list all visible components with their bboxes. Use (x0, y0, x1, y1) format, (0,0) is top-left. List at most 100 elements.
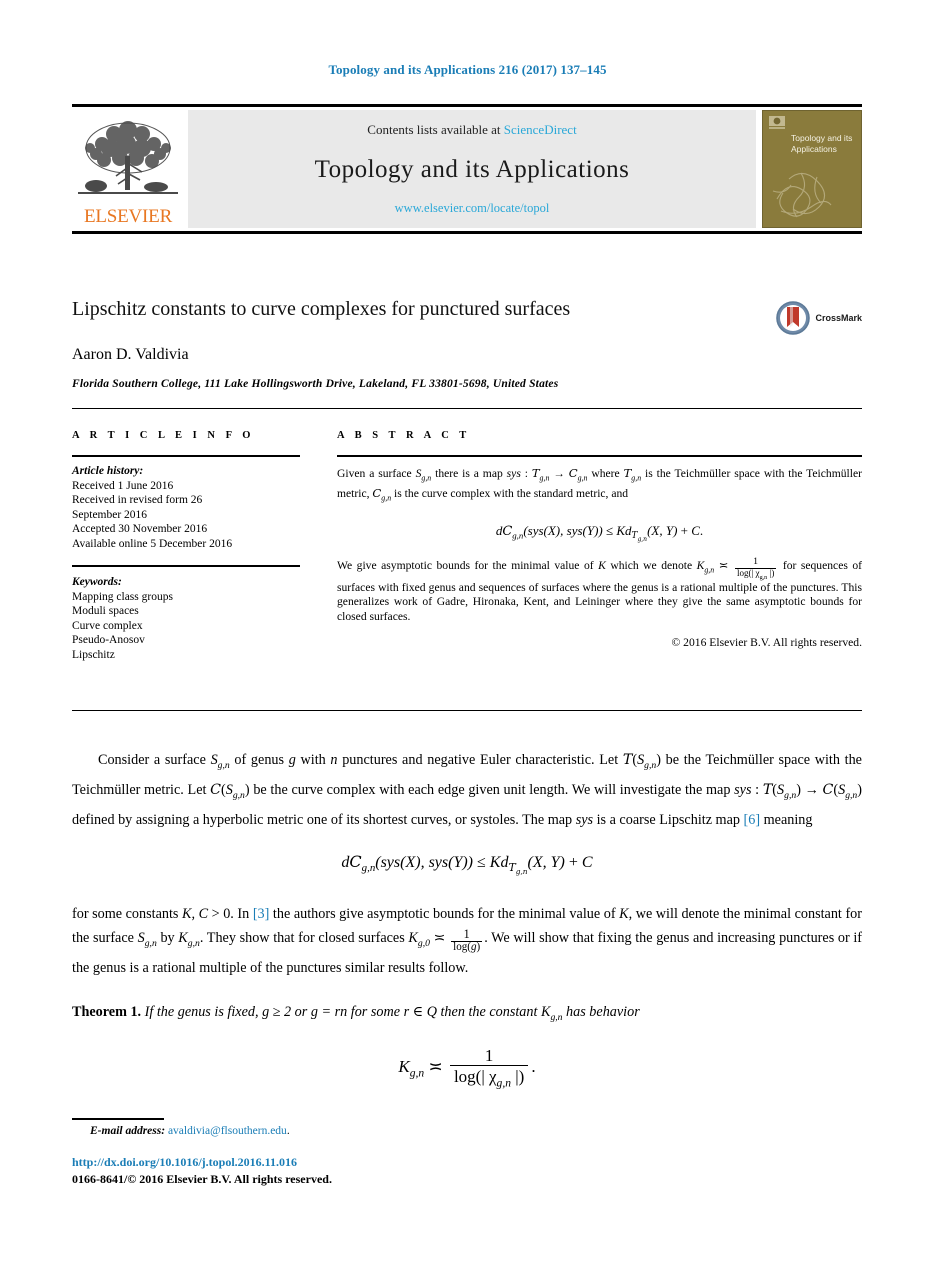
abs-text-frag: there is a map (431, 467, 507, 480)
history-line: Received 1 June 2016 (72, 479, 174, 492)
theorem-1: Theorem 1. If the genus is fixed, g ≥ 2 … (72, 1003, 640, 1023)
fraction-numerator: 1 (484, 1045, 494, 1065)
masthead-bottom-rule (72, 231, 862, 234)
math-sub-gn: g,n (631, 473, 642, 483)
journal-title: Topology and its Applications (314, 155, 630, 183)
math-sys: sys (575, 811, 594, 828)
theorem-frag: If the genus is fixed, (141, 1003, 263, 1020)
history-line: Accepted 30 November 2016 (72, 523, 208, 535)
doi-link[interactable]: http://dx.doi.org/10.1016/j.topol.2016.1… (72, 1155, 297, 1170)
email-period: . (286, 1125, 290, 1137)
cover-artwork (772, 172, 832, 218)
article-info-rule (72, 455, 300, 457)
abs-text-frag: is the curve complex with the standard m… (391, 486, 629, 500)
email-link[interactable]: avaldivia@flsouthern.edu (168, 1125, 287, 1137)
citation-link[interactable]: [6] (744, 812, 761, 828)
math-KC: K, C (182, 906, 209, 923)
body-frag: meaning (760, 811, 813, 828)
paper-page: Topology and its Applications 216 (2017)… (0, 0, 935, 1266)
math-sub-gn: g,n (539, 473, 550, 483)
theorem-frag: ≥ 2 or (269, 1003, 311, 1020)
running-head: Topology and its Applications 216 (2017)… (328, 62, 607, 77)
math-sub-gn: g,n (421, 473, 432, 483)
history-line: Available online 5 December 2016 (72, 537, 233, 550)
body-frag: with (295, 752, 331, 768)
article-info-heading: A R T I C L E I N F O (72, 430, 255, 441)
body-frag: be the curve complex with each edge give… (249, 781, 735, 798)
history-line: Received in revised form 26 (72, 494, 203, 506)
body-frag: of genus (229, 752, 289, 768)
abs-text-frag: ≍ (714, 559, 733, 573)
body-frag: > 0. In (208, 906, 253, 923)
math-sys: sys (506, 467, 521, 480)
den-frag: |) (510, 1067, 525, 1087)
theorem-frag: = rn for some r ∈ Q then the constant (317, 1003, 541, 1020)
abstract-display-equation: dCg,n(sys(X), sys(Y)) ≤ KdTg,n(X, Y) + C… (495, 522, 704, 544)
abs-text-frag: Given a surface (337, 467, 416, 480)
keyword-item: Mapping class groups (72, 590, 173, 603)
eq-lhs: K (398, 1056, 410, 1076)
body-display-equation-1: dCg,n(sys(X), sys(Y)) ≤ KdTg,n(X, Y) + C (341, 851, 593, 877)
journal-masthead: ELSEVIER Contents lists available at Sci… (72, 104, 862, 234)
math-sub-gn: g,n (577, 473, 588, 483)
theorem-frag: has behavior (562, 1003, 640, 1020)
keyword-item: Moduli spaces (72, 605, 139, 617)
body-content: Consider a surface Sg,n of genus g with … (72, 748, 862, 1090)
body-frag: defined by assigning a hyperbolic metric… (72, 811, 576, 828)
body-frag: punctures and negative Euler characteris… (337, 752, 623, 768)
sciencedirect-link[interactable]: ScienceDirect (504, 122, 577, 137)
den-sub: g,n (496, 1076, 511, 1090)
email-footnote: E-mail address: avaldivia@flsouthern.edu… (90, 1125, 290, 1137)
title-bottom-rule (72, 408, 862, 409)
history-line: September 2016 (72, 508, 148, 521)
body-frag: . They show that for closed surfaces (199, 930, 409, 947)
crossmark-icon (776, 301, 811, 335)
journal-cover-thumbnail: Topology and its Applications (762, 110, 862, 228)
cover-title: Topology and its Applications (791, 133, 853, 154)
math-g: g (288, 752, 296, 768)
keyword-item: Lipschitz (72, 648, 115, 661)
abs-text-frag: where (587, 467, 624, 480)
contents-prefix: Contents lists available at (367, 122, 501, 137)
math-n: n (330, 752, 338, 768)
fraction-numerator: 1 (753, 556, 759, 568)
fraction-denominator: log(| χg,n |) (734, 567, 777, 581)
journal-url-link[interactable]: www.elsevier.com/locate/topol (395, 201, 550, 216)
abstract-bottom-rule (72, 710, 862, 711)
eq-lhs-sub: g,n (409, 1066, 425, 1080)
article-history-heading: Article history: (72, 465, 144, 477)
crossmark-label: CrossMark (815, 313, 862, 323)
math-sys: sys (734, 781, 752, 798)
abstract-column: A B S T R A C T Given a surface Sg,n the… (337, 430, 862, 649)
abstract-paragraph-2: We give asymptotic bounds for the minima… (337, 556, 862, 624)
article-info-column: A R T I C L E I N F O Article history: R… (72, 430, 300, 662)
math-K: K (619, 906, 629, 923)
issn-copyright-line: 0166-8641/© 2016 Elsevier B.V. All right… (72, 1172, 332, 1186)
eq-relation: ≍ (424, 1056, 447, 1076)
contents-lists-line: Contents lists available at ScienceDirec… (367, 122, 576, 138)
body-inline-fraction: 1 log(g) (451, 927, 483, 953)
citation-link[interactable]: [3] (253, 906, 270, 922)
elsevier-logo: ELSEVIER (72, 110, 184, 228)
body-frag: is a coarse Lipschitz map (593, 811, 744, 828)
body-frag: by (156, 930, 179, 947)
math-sub-gn: g,n (381, 493, 392, 503)
math-T: T (531, 466, 540, 480)
masthead-center-panel: Contents lists available at ScienceDirec… (188, 110, 756, 228)
masthead-top-rule (72, 104, 862, 107)
den-frag: |) (767, 567, 775, 578)
elsevier-tree-icon (78, 121, 178, 194)
footnote-rule (72, 1118, 164, 1120)
abs-text-frag: : (520, 467, 532, 480)
page-title: Lipschitz constants to curve complexes f… (72, 298, 571, 320)
title-block: Lipschitz constants to curve complexes f… (72, 296, 862, 390)
theorem-heading: Theorem 1. (72, 1003, 142, 1020)
abstract-heading: A B S T R A C T (337, 430, 471, 441)
crossmark-badge[interactable]: CrossMark (775, 300, 862, 336)
body-paragraph-2: for some constants K, C > 0. In [3] the … (72, 906, 863, 976)
email-label: E-mail address: (90, 1125, 166, 1137)
cover-elsevier-icon (769, 116, 785, 129)
author-name: Aaron D. Valdivia (72, 346, 189, 363)
abstract-inline-fraction: 1 log(| χg,n |) (734, 556, 777, 581)
article-history-group: Article history: Received 1 June 2016 Re… (72, 464, 300, 551)
